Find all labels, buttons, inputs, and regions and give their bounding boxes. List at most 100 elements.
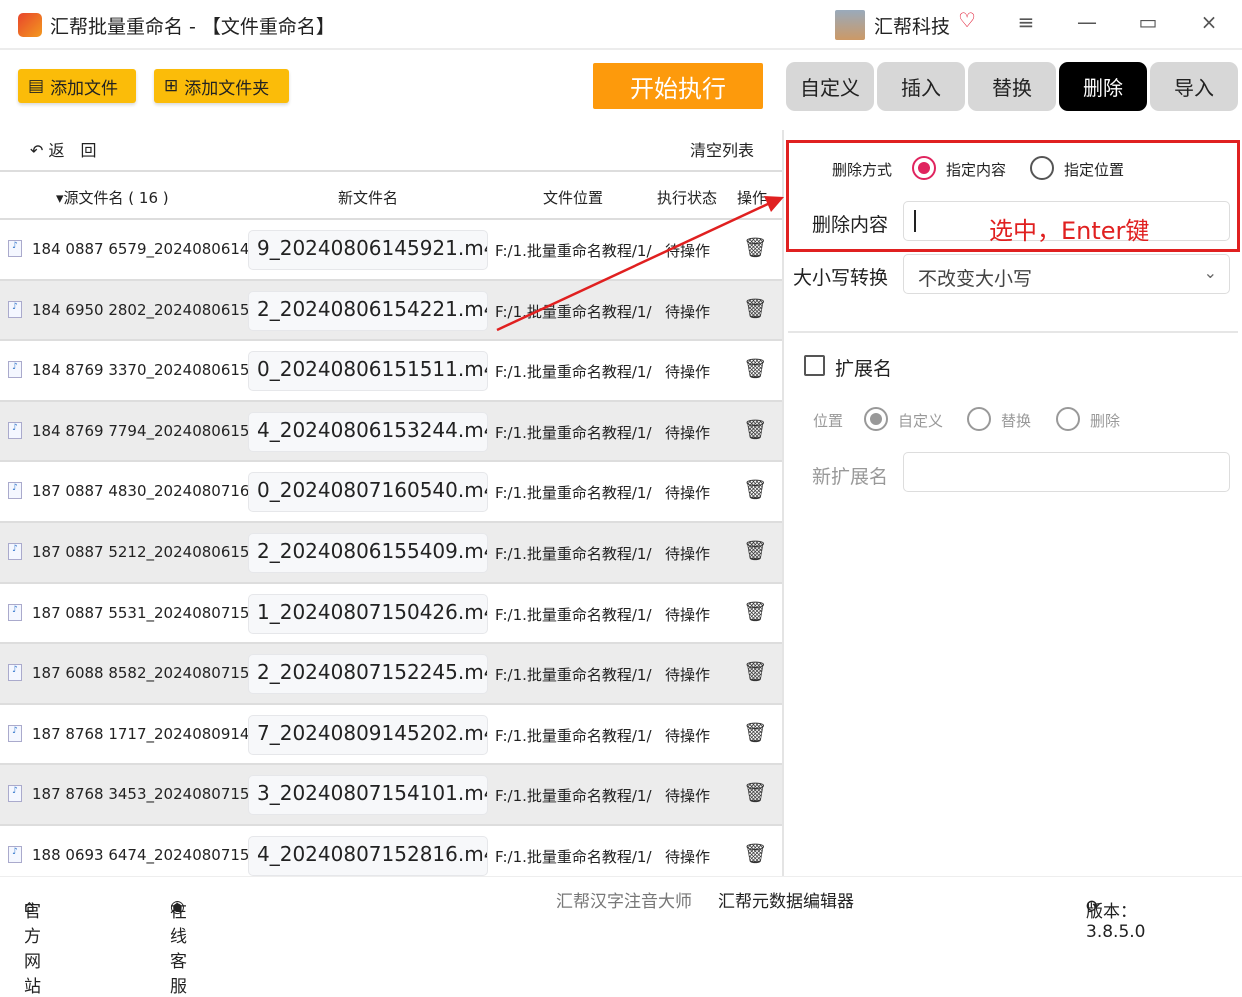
- status-text: 待操作: [665, 302, 711, 321]
- add-file-button[interactable]: ▤ 添加文件: [18, 69, 136, 103]
- new-filename-input[interactable]: 0_20240807160540.m4a: [248, 472, 488, 513]
- source-filename: 184 6950 2802_202408061542: [32, 300, 269, 319]
- table-row[interactable]: ♪ 187 0887 5212_202408061554 2_202408061…: [0, 523, 782, 584]
- trash-icon[interactable]: 🗑: [743, 781, 767, 804]
- tab-import[interactable]: 导入: [1150, 62, 1238, 111]
- trash-icon[interactable]: 🗑: [743, 236, 767, 259]
- close-button[interactable]: ×: [1194, 10, 1224, 34]
- file-add-icon: ▤: [28, 76, 45, 96]
- status-text: 待操作: [665, 848, 711, 866]
- file-location: F:/1.批量重命名教程/1/1: [495, 242, 652, 260]
- status-text: 待操作: [665, 726, 711, 745]
- file-location: F:/1.批量重命名教程/1/1: [495, 666, 652, 685]
- window-title: 汇帮批量重命名 - 【文件重命名】: [50, 16, 335, 38]
- tab-insert[interactable]: 插入: [877, 62, 965, 111]
- divider: [782, 130, 784, 876]
- header-location: 文件位置: [543, 189, 604, 207]
- table-row[interactable]: ♪ 187 0887 5531_202408071504 1_202408071…: [0, 584, 782, 645]
- case-label: 大小写转换: [793, 267, 889, 289]
- audio-file-icon: ♪: [8, 603, 22, 621]
- minimize-button[interactable]: —: [1072, 10, 1102, 34]
- trash-icon[interactable]: 🗑: [743, 418, 767, 441]
- file-location: F:/1.批量重命名教程/1/1: [495, 423, 652, 442]
- clear-list-button[interactable]: 清空列表: [690, 137, 754, 161]
- start-button[interactable]: 开始执行: [593, 63, 763, 109]
- tab-replace[interactable]: 替换: [968, 62, 1056, 111]
- new-extension-label: 新扩展名: [812, 466, 889, 488]
- tab-custom[interactable]: 自定义: [786, 62, 874, 111]
- radio-ext-replace-label: 替换: [1001, 412, 1032, 430]
- source-filename: 184 8769 7794_202408061532: [32, 421, 269, 440]
- new-filename-input[interactable]: 2_20240806155409.m4a: [248, 533, 488, 573]
- new-filename-input[interactable]: 7_20240809145202.m4a: [248, 714, 488, 755]
- app-logo: [18, 13, 42, 37]
- add-folder-button[interactable]: ⊞ 添加文件夹: [154, 69, 289, 103]
- trash-icon[interactable]: 🗑: [743, 842, 767, 865]
- new-filename-input[interactable]: 4_20240806153244.m4a: [248, 411, 488, 452]
- menu-icon[interactable]: ≡: [1011, 10, 1041, 34]
- status-text: 待操作: [665, 666, 711, 685]
- source-filename: 187 6088 8582_202408071522: [32, 664, 269, 683]
- table-row[interactable]: ♪ 184 6950 2802_202408061542 2_202408061…: [0, 280, 782, 342]
- title-bar: 汇帮批量重命名 - 【文件重命名】 汇帮科技 ♡ ≡ — ▭ ×: [0, 0, 1242, 50]
- radio-ext-replace[interactable]: [967, 407, 991, 431]
- audio-file-icon: ♪: [8, 361, 22, 379]
- source-filename: 187 0887 5212_202408061554: [32, 543, 269, 561]
- status-text: 待操作: [665, 242, 711, 260]
- header-action: 操作: [737, 189, 768, 207]
- new-filename-input[interactable]: 1_20240807150426.m4a: [248, 593, 488, 634]
- audio-file-icon: ♪: [8, 240, 22, 257]
- file-location: F:/1.批量重命名教程/1/1: [495, 363, 652, 382]
- tab-delete[interactable]: 删除: [1059, 62, 1147, 111]
- maximize-button[interactable]: ▭: [1133, 10, 1163, 34]
- trash-icon[interactable]: 🗑: [743, 478, 767, 501]
- audio-file-icon: ♪: [8, 421, 22, 439]
- back-button[interactable]: ↶ 返 回: [30, 137, 97, 161]
- radio-ext-custom[interactable]: [864, 407, 888, 431]
- new-extension-input[interactable]: [903, 452, 1230, 492]
- table-row[interactable]: ♪ 184 8769 3370_202408061515 0_202408061…: [0, 341, 782, 402]
- table-row[interactable]: ♪ 187 8768 3453_202408071541 3_202408071…: [0, 765, 782, 826]
- version-label: 版本：3.8.5.0: [1086, 902, 1146, 942]
- file-location: F:/1.批量重命名教程/1/1: [495, 484, 652, 503]
- trash-icon[interactable]: 🗑: [743, 721, 767, 744]
- radio-ext-delete[interactable]: [1056, 407, 1080, 431]
- audio-file-icon: ♪: [8, 664, 22, 682]
- footer-link-pinyin[interactable]: 汇帮汉字注音大师: [556, 887, 692, 912]
- new-filename-input[interactable]: 2_20240806154221.m4a: [248, 290, 488, 331]
- table-row[interactable]: ♪ 187 8768 1717_202408091452 7_202408091…: [0, 705, 782, 766]
- vip-diamond-icon[interactable]: ♡: [958, 8, 976, 32]
- source-filename: 187 0887 4830_202408071605: [32, 482, 269, 501]
- status-text: 待操作: [665, 423, 711, 442]
- trash-icon[interactable]: 🗑: [743, 660, 767, 683]
- table-row[interactable]: ♪ 187 6088 8582_202408071522 2_202408071…: [0, 644, 782, 705]
- trash-icon[interactable]: 🗑: [743, 600, 767, 623]
- avatar[interactable]: [835, 10, 865, 40]
- new-filename-input[interactable]: 4_20240807152816.m4a: [248, 836, 488, 876]
- trash-icon[interactable]: 🗑: [743, 297, 767, 320]
- trash-icon[interactable]: 🗑: [743, 539, 767, 562]
- trash-icon[interactable]: 🗑: [743, 357, 767, 380]
- extension-checkbox[interactable]: [804, 355, 825, 376]
- table-row[interactable]: ♪ 187 0887 4830_202408071605 0_202408071…: [0, 462, 782, 523]
- new-filename-input[interactable]: 3_20240807154101.m4a: [248, 775, 488, 816]
- source-filename: 187 8768 3453_202408071541: [32, 785, 269, 804]
- new-filename-input[interactable]: 0_20240806151511.m4a: [248, 351, 488, 392]
- source-filename: 184 8769 3370_202408061515: [32, 361, 269, 380]
- header-source[interactable]: ▾源文件名 ( 16 ): [56, 187, 169, 208]
- add-folder-label: 添加文件夹: [184, 78, 270, 99]
- new-filename-input[interactable]: 2_20240807152245.m4a: [248, 654, 488, 695]
- footer: ⌂ 官方网站 ◉ 在线客服 汇帮汉字注音大师 汇帮元数据编辑器 ⟳ 版本：3.8…: [0, 876, 1242, 997]
- footer-link-metadata[interactable]: 汇帮元数据编辑器: [718, 887, 854, 912]
- back-label: 返 回: [48, 141, 97, 160]
- table-row[interactable]: ♪ 184 8769 7794_202408061532 4_202408061…: [0, 401, 782, 463]
- file-location: F:/1.批量重命名教程/1/1: [495, 726, 652, 745]
- file-location: F:/1.批量重命名教程/1/1: [495, 605, 652, 624]
- header-status: 执行状态: [657, 189, 718, 207]
- radio-ext-custom-label: 自定义: [898, 412, 944, 430]
- new-filename-input[interactable]: 9_20240806145921.m4a: [248, 230, 488, 270]
- website-label: 官方网站: [24, 902, 41, 997]
- folder-add-icon: ⊞: [164, 76, 179, 96]
- table-row[interactable]: ♪ 184 0887 6579_202408061459 9_202408061…: [0, 220, 782, 281]
- case-select[interactable]: 不改变大小写 ⌄: [903, 254, 1230, 294]
